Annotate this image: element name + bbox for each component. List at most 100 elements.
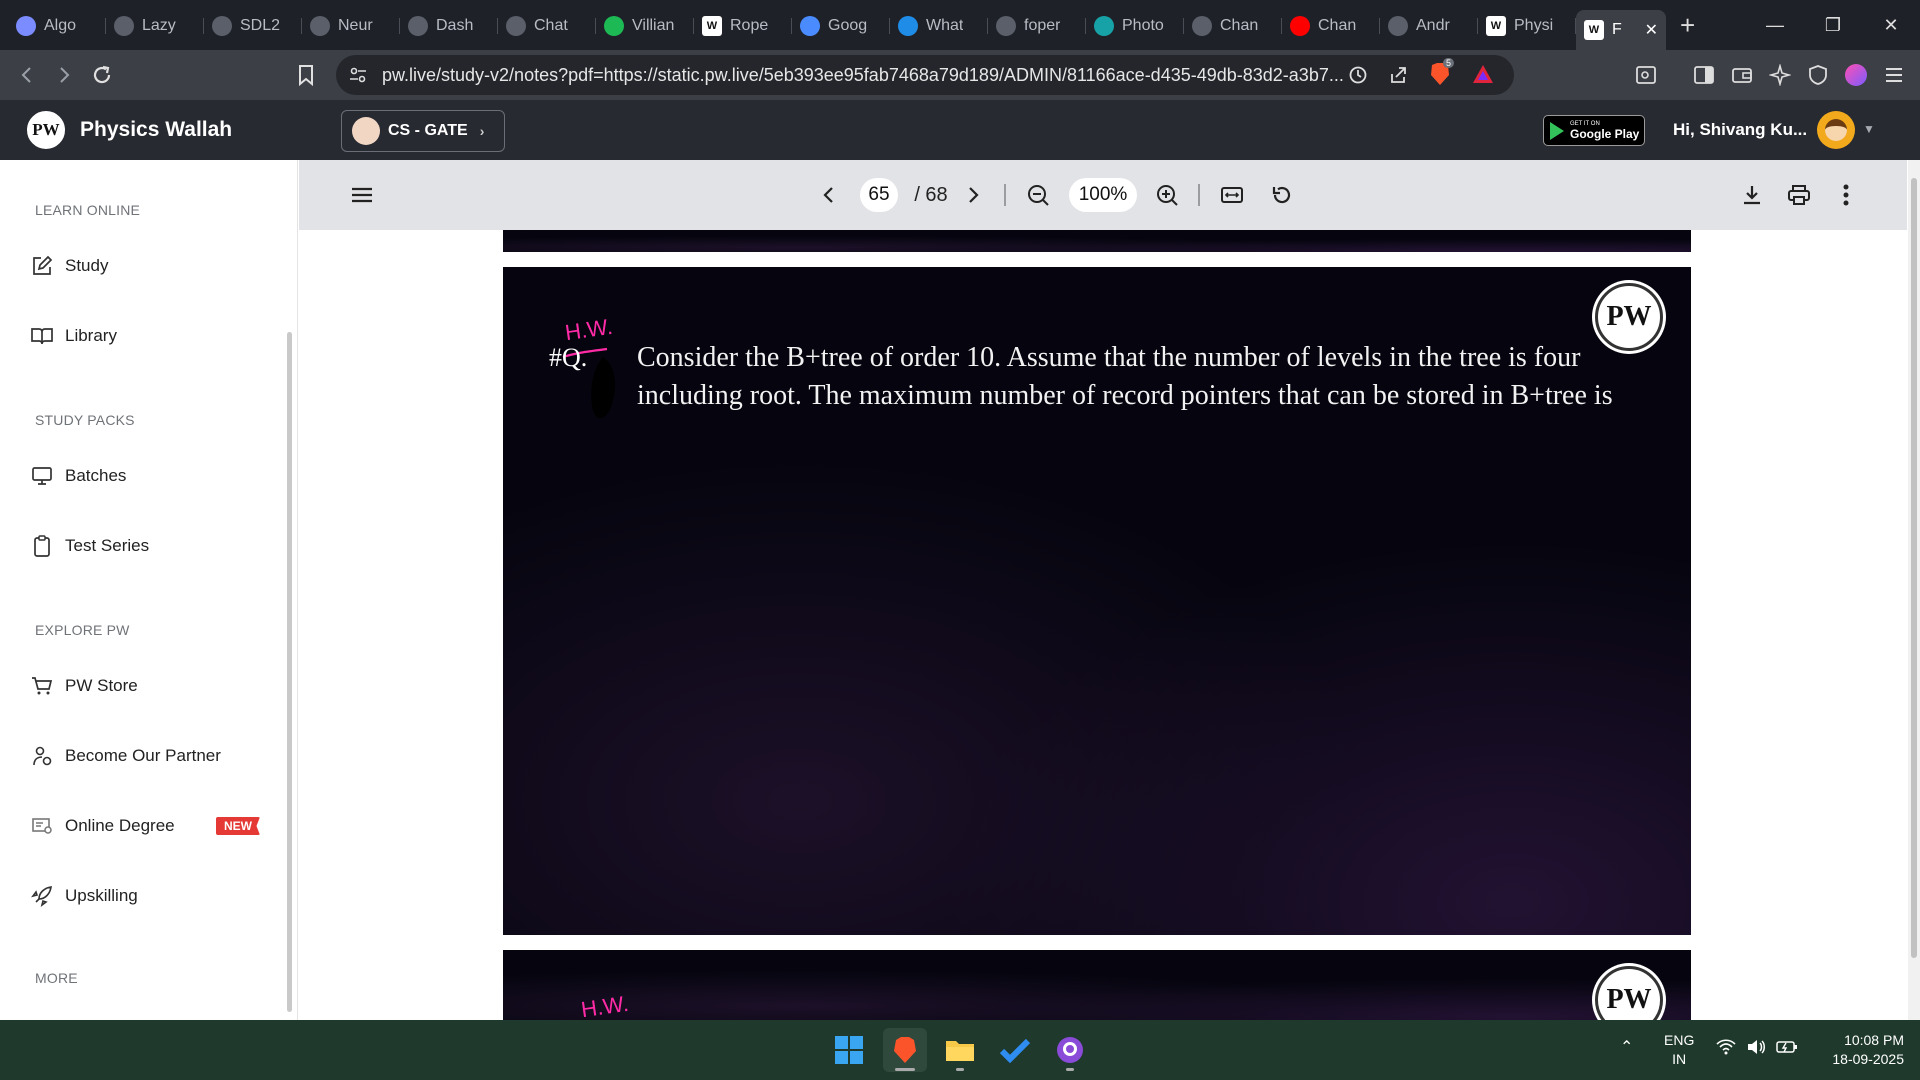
orm-icon <box>898 16 918 36</box>
ink-blot-mark <box>591 357 616 419</box>
page-number-input[interactable]: 65 <box>860 178 898 212</box>
sidebar-item-study[interactable]: Study <box>30 249 260 283</box>
browser-tab[interactable]: W Rope <box>694 8 792 44</box>
partner-icon <box>30 744 54 768</box>
profile-button[interactable] <box>1838 57 1874 93</box>
toolbar-divider <box>1198 184 1200 206</box>
previous-page-button[interactable] <box>814 178 844 212</box>
back-button[interactable] <box>9 57 45 93</box>
more-options-button[interactable] <box>1831 178 1861 212</box>
fit-page-button[interactable] <box>1217 178 1247 212</box>
site-settings-icon[interactable] <box>348 65 368 85</box>
browser-tab[interactable]: W Physi <box>1478 8 1576 44</box>
clock[interactable]: 10:08 PM 18-09-2025 <box>1814 1031 1904 1069</box>
zoom-in-button[interactable] <box>1152 178 1182 212</box>
pw-logo[interactable]: PW <box>27 111 65 149</box>
browser-tab[interactable]: Goog <box>792 8 890 44</box>
forward-button[interactable] <box>46 57 82 93</box>
taskbar-file-explorer[interactable] <box>938 1028 982 1072</box>
tab-active[interactable]: W F ✕ <box>1576 10 1666 50</box>
browser-tab[interactable]: What <box>890 8 988 44</box>
taskbar-github-desktop[interactable] <box>1048 1028 1092 1072</box>
sidebar-toggle-button[interactable] <box>1686 57 1722 93</box>
download-button[interactable] <box>1737 178 1767 212</box>
menu-button[interactable] <box>1876 57 1912 93</box>
vpn-button[interactable] <box>1800 57 1836 93</box>
section-title-study-packs: STUDY PACKS <box>35 412 135 428</box>
page-total: / 68 <box>914 183 948 206</box>
browser-tab[interactable]: Lazy <box>106 8 204 44</box>
browser-tab[interactable]: SDL2 <box>204 8 302 44</box>
zoom-level[interactable]: 100% <box>1069 178 1137 212</box>
user-greeting[interactable]: Hi, Shivang Ku... <box>1673 120 1807 140</box>
rotate-button[interactable] <box>1267 178 1297 212</box>
browser-tab[interactable]: Neur <box>302 8 400 44</box>
sidebar: LEARN ONLINE Study Library STUDY PACKS B… <box>0 160 298 1020</box>
zoom-in-icon <box>1157 185 1178 206</box>
outline-toggle-button[interactable] <box>347 178 377 212</box>
arrow-left-icon <box>21 67 31 83</box>
close-tab-icon[interactable]: ✕ <box>1645 20 1658 40</box>
sidebar-item-upskilling[interactable]: Upskilling <box>30 879 260 913</box>
sidebar-item-batches[interactable]: Batches <box>30 459 260 493</box>
browser-tab[interactable]: Dash <box>400 8 498 44</box>
pdf-page-current: PW H.W. #Q. Consider the B+tree of order… <box>503 267 1691 935</box>
browser-tab[interactable]: Villian <box>596 8 694 44</box>
next-page-button[interactable] <box>958 178 988 212</box>
browser-tab[interactable]: Algo <box>8 8 106 44</box>
reader-mode-button[interactable] <box>1628 57 1664 93</box>
scrollbar-thumb[interactable] <box>1911 178 1917 958</box>
system-tray-icons[interactable] <box>1716 1038 1798 1056</box>
browser-tab-label: Dash <box>436 17 474 34</box>
pdf-pages[interactable]: PW H.W. #Q. Consider the B+tree of order… <box>299 230 1907 1020</box>
new-tab-button[interactable]: + <box>1680 10 1710 41</box>
chatgpt-icon <box>506 16 526 36</box>
browser-tab[interactable]: foper <box>988 8 1086 44</box>
brave-rewards-icon[interactable] <box>1472 64 1494 84</box>
gemini-icon <box>800 16 820 36</box>
start-button[interactable] <box>827 1028 871 1072</box>
browser-tab[interactable]: Chan <box>1282 8 1380 44</box>
browser-tab[interactable]: Andr <box>1380 8 1478 44</box>
brave-shield-icon[interactable]: 5 <box>1428 58 1455 87</box>
browser-tab[interactable]: Chan <box>1184 8 1282 44</box>
sidebar-item-test-series[interactable]: Test Series <box>30 529 260 563</box>
close-window-button[interactable]: ✕ <box>1862 0 1920 50</box>
minimize-button[interactable]: — <box>1746 0 1804 50</box>
browser-tab-label: foper <box>1024 17 1061 34</box>
sidebar-item-library[interactable]: Library <box>30 319 260 353</box>
google-play-button[interactable]: GET IT ON Google Play <box>1543 115 1645 146</box>
user-avatar[interactable] <box>1817 111 1855 149</box>
bookmark-button[interactable] <box>288 57 324 93</box>
toolbar-divider <box>1004 184 1006 206</box>
brand-name[interactable]: Physics Wallah <box>80 118 232 142</box>
sidebar-item-pw-store[interactable]: PW Store <box>30 669 260 703</box>
address-bar[interactable]: pw.live/study-v2/notes?pdf=https://stati… <box>336 55 1514 95</box>
pdf-scrollbar[interactable] <box>1908 160 1920 1020</box>
taskbar-todo[interactable] <box>993 1028 1037 1072</box>
browser-tab[interactable]: Photo <box>1086 8 1184 44</box>
reload-icon <box>93 65 111 84</box>
share-icon[interactable] <box>1388 65 1408 85</box>
sidebar-scrollbar[interactable] <box>287 332 292 1012</box>
browser-tab[interactable]: Chat <box>498 8 596 44</box>
brave-icon <box>894 1037 916 1063</box>
chevron-down-icon[interactable]: ▼ <box>1863 122 1875 136</box>
taskbar-brave-browser[interactable] <box>883 1028 927 1072</box>
leo-ai-button[interactable] <box>1762 57 1798 93</box>
language-indicator[interactable]: ENG IN <box>1664 1031 1694 1069</box>
course-selector[interactable]: CS - GATE › <box>341 110 505 152</box>
chevron-up-icon[interactable]: ⌃ <box>1620 1038 1633 1057</box>
sidebar-item-become-our-partner[interactable]: Become Our Partner <box>30 739 260 773</box>
print-button[interactable] <box>1784 178 1814 212</box>
brave-shield-count: 5 <box>1443 58 1455 68</box>
zoom-out-button[interactable] <box>1023 178 1053 212</box>
history-icon[interactable] <box>1348 65 1368 85</box>
reload-button[interactable] <box>84 57 120 93</box>
rotate-icon <box>1272 186 1291 204</box>
browser-tab-label: Photo <box>1122 17 1164 34</box>
sidebar-item-online-degree[interactable]: Online Degree NEW <box>30 809 260 843</box>
wallet-button[interactable] <box>1724 57 1760 93</box>
restore-button[interactable]: ❐ <box>1804 0 1862 50</box>
globe-icon <box>1192 16 1212 36</box>
